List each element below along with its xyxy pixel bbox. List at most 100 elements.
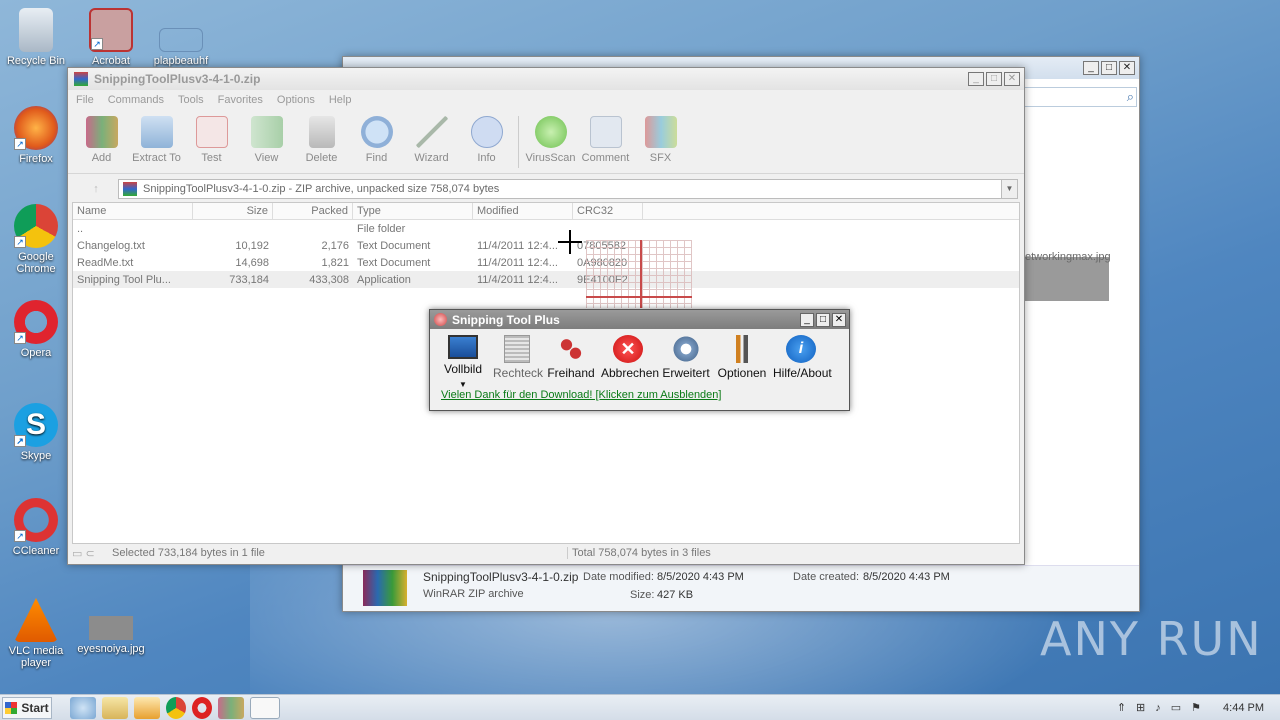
chevron-down-icon[interactable]: ▼ [459, 380, 467, 389]
desktop-icon-vlc[interactable]: VLC media player [1, 598, 71, 669]
desktop-icon-opera[interactable]: ↗ Opera [1, 300, 71, 359]
explorer-controls: _ □ ✕ [1083, 61, 1139, 75]
start-button[interactable]: Start [2, 696, 52, 719]
ie-taskbar-icon[interactable] [70, 696, 96, 719]
toolbar-wizard-button[interactable]: Wizard [404, 114, 459, 164]
desktop-icon-firefox[interactable]: ↗ Firefox [1, 106, 71, 165]
toolbar-sfx-button[interactable]: SFX [633, 114, 688, 164]
explorer-search-box[interactable]: ⌕ [1023, 87, 1137, 107]
table-row[interactable]: ReadMe.txt 14,698 1,821 Text Document 11… [73, 254, 1019, 271]
chrome-icon: ↗ [14, 204, 58, 248]
toolbar-delete-button[interactable]: Delete [294, 114, 349, 164]
network-icon[interactable]: ⊞ [1136, 701, 1145, 714]
minimize-icon[interactable]: _ [800, 312, 814, 327]
flag-icon[interactable]: ⚑ [1191, 701, 1201, 714]
tool-vollbild-button[interactable]: Vollbild ▼ [436, 335, 490, 389]
minimize-icon[interactable]: _ [1083, 61, 1099, 75]
column-modified[interactable]: Modified [473, 203, 573, 219]
explorer-taskbar-icon[interactable] [102, 696, 128, 719]
date-modified-label: Date modified: [583, 571, 654, 583]
thumbnail-label: etworkingmax.jpg [1025, 251, 1111, 263]
desktop-icon-eyesnoiya[interactable]: eyesnoiya.jpg [76, 616, 146, 655]
toolbar-info-button[interactable]: Info [459, 114, 514, 164]
windows-logo-icon [5, 701, 18, 714]
column-crc32[interactable]: CRC32 [573, 203, 643, 219]
tool-erweitert-button[interactable]: Erweitert [658, 335, 714, 389]
chevron-down-icon[interactable]: ▼ [1002, 179, 1018, 199]
toolbar-comment-button[interactable]: Comment [578, 114, 633, 164]
tool-hilfe-button[interactable]: i Hilfe/About [770, 335, 832, 389]
row-packed: 2,176 [321, 239, 349, 252]
snipping-taskbar-icon[interactable] [250, 696, 280, 719]
row-type: File folder [357, 222, 406, 235]
toolbar-find-button[interactable]: Find [349, 114, 404, 164]
desktop-icon-ccleaner[interactable]: ↗ CCleaner [1, 498, 71, 557]
opera-taskbar-icon[interactable] [192, 696, 212, 719]
snipping-toolbar: Vollbild ▼ Rechteck Freihand ✕ Abbrechen… [430, 329, 849, 389]
table-row-selected[interactable]: Snipping Tool Plu... 733,184 433,308 App… [73, 271, 1019, 288]
toolbar-view-button[interactable]: View [239, 114, 294, 164]
menu-help[interactable]: Help [329, 94, 352, 106]
maximize-icon[interactable]: □ [986, 72, 1002, 86]
media-player-taskbar-icon[interactable] [134, 696, 160, 719]
desktop-icon-chrome[interactable]: ↗ Google Chrome [1, 204, 71, 275]
row-packed: 433,308 [309, 273, 349, 286]
skype-icon: S ↗ [14, 403, 58, 447]
desktop-icon-acrobat[interactable]: ↗ Acrobat [76, 8, 146, 67]
row-packed: 1,821 [321, 256, 349, 269]
table-row[interactable]: .. File folder [73, 220, 1019, 237]
test-icon [195, 116, 228, 148]
tool-rechteck-button[interactable]: Rechteck [490, 335, 544, 389]
chrome-taskbar-icon[interactable] [166, 696, 186, 719]
close-icon[interactable]: ✕ [832, 312, 846, 327]
clock[interactable]: 4:44 PM [1223, 702, 1264, 714]
menu-file[interactable]: File [76, 94, 94, 106]
table-row[interactable]: Changelog.txt 10,192 2,176 Text Document… [73, 237, 1019, 254]
desktop-icon-file[interactable]: plapbeauhf [146, 28, 216, 67]
monitor-icon [448, 335, 478, 359]
trash-icon [308, 116, 335, 148]
download-thanks-link[interactable]: Vielen Dank für den Download! [Klicken z… [430, 389, 849, 401]
image-thumbnail[interactable] [1025, 257, 1109, 301]
tray-expand-icon[interactable]: ⇑ [1117, 701, 1126, 714]
rectangle-icon [504, 335, 530, 363]
image-file-icon [89, 616, 133, 640]
column-type[interactable]: Type [353, 203, 473, 219]
menu-favorites[interactable]: Favorites [218, 94, 263, 106]
maximize-icon[interactable]: □ [816, 312, 830, 327]
comment-icon [589, 116, 622, 148]
close-icon[interactable]: ✕ [1004, 72, 1020, 86]
close-icon[interactable]: ✕ [1119, 61, 1135, 75]
column-packed[interactable]: Packed [273, 203, 353, 219]
address-field[interactable]: SnippingToolPlusv3-4-1-0.zip - ZIP archi… [118, 179, 1002, 199]
minimize-icon[interactable]: _ [968, 72, 984, 86]
menu-commands[interactable]: Commands [108, 94, 164, 106]
battery-icon[interactable]: ▭ [1171, 701, 1181, 714]
column-size[interactable]: Size [193, 203, 273, 219]
up-arrow-icon[interactable]: ↑ [74, 183, 118, 195]
magnifier-guide-horizontal [586, 296, 692, 298]
toolbar-add-button[interactable]: Add [74, 114, 129, 164]
tool-optionen-button[interactable]: Optionen [714, 335, 770, 389]
desktop-icon-skype[interactable]: S ↗ Skype [1, 403, 71, 462]
maximize-icon[interactable]: □ [1101, 61, 1117, 75]
toolbar-extract-button[interactable]: Extract To [129, 114, 184, 164]
winrar-controls: _ □ ✕ [968, 72, 1024, 86]
toolbar-test-button[interactable]: Test [184, 114, 239, 164]
row-type: Text Document [357, 256, 431, 269]
zip-icon [123, 182, 137, 196]
desktop-icon-recycle-bin[interactable]: Recycle Bin [1, 8, 71, 67]
folder-icon [140, 116, 173, 148]
toolbar-virusscan-button[interactable]: VirusScan [523, 114, 578, 164]
drive-icon: ▭ ⊂ [72, 547, 95, 560]
volume-icon[interactable]: ♪ [1155, 702, 1161, 714]
tool-abbrechen-button[interactable]: ✕ Abbrechen [598, 335, 659, 389]
tool-freihand-button[interactable]: Freihand [544, 335, 598, 389]
column-name[interactable]: Name [73, 203, 193, 219]
snipping-controls: _ □ ✕ [800, 312, 849, 327]
winrar-taskbar-icon[interactable] [218, 696, 244, 719]
search-icon[interactable]: ⌕ [1127, 89, 1134, 105]
menu-tools[interactable]: Tools [178, 94, 204, 106]
menu-options[interactable]: Options [277, 94, 315, 106]
winrar-address-bar: ↑ SnippingToolPlusv3-4-1-0.zip - ZIP arc… [74, 176, 1018, 202]
